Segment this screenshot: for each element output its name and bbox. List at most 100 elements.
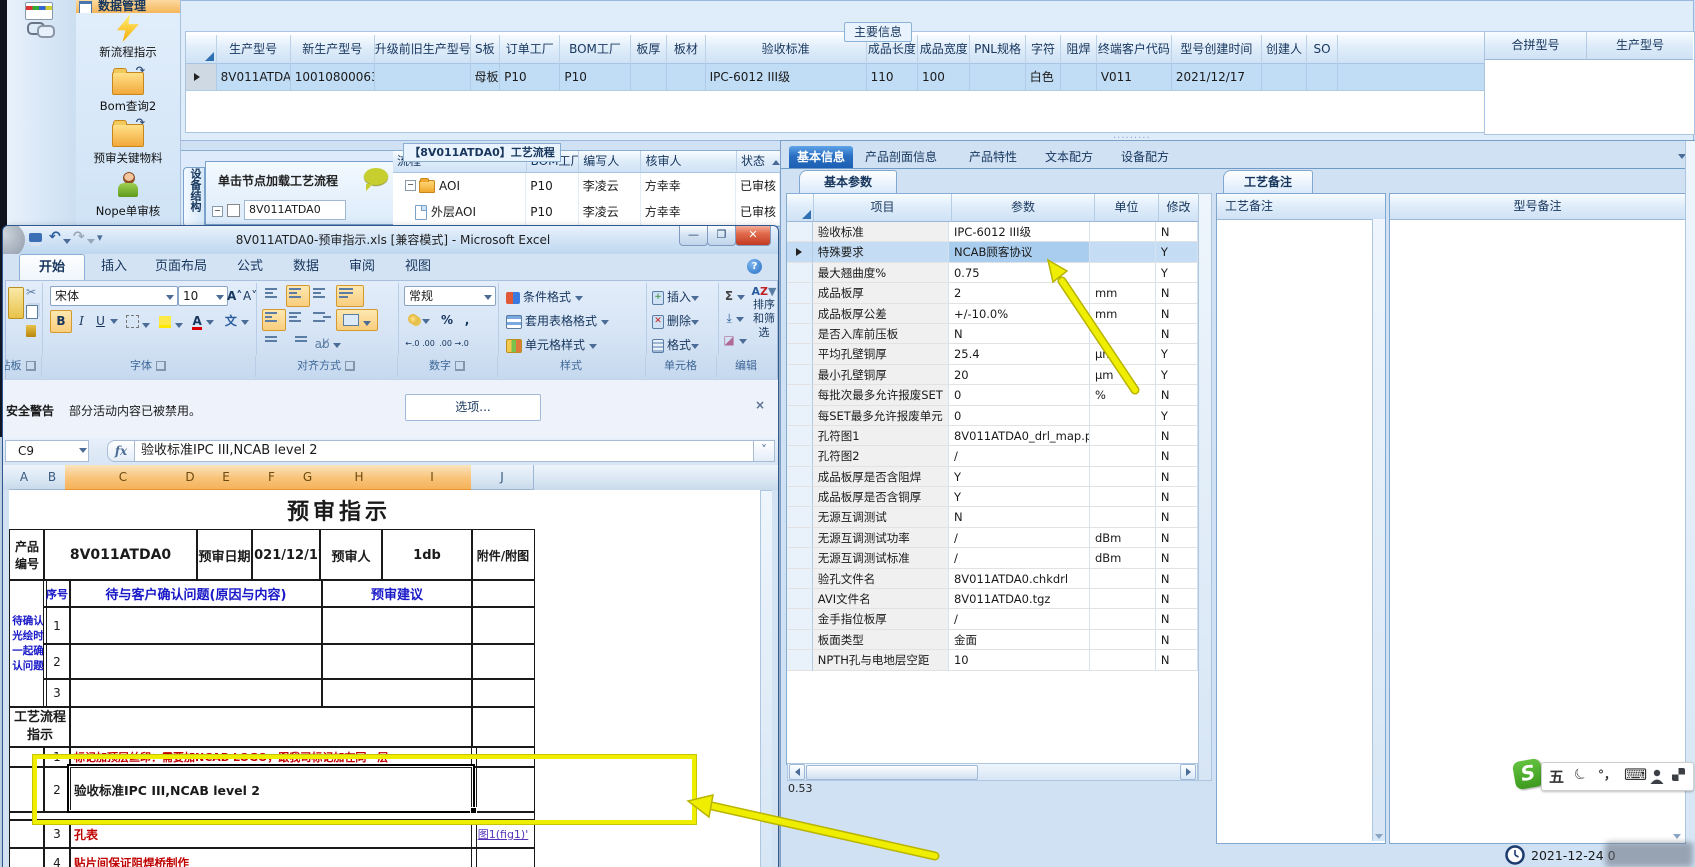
grid-icon[interactable] bbox=[25, 2, 53, 20]
align-left-button[interactable] bbox=[262, 309, 286, 331]
phonetic-button[interactable]: 文 bbox=[220, 310, 254, 333]
increase-indent-button[interactable] bbox=[286, 333, 310, 355]
column-header[interactable]: 订单工厂 bbox=[500, 35, 561, 64]
grow-font-button[interactable]: A˄ bbox=[226, 285, 243, 307]
moon-icon[interactable]: ☾ bbox=[1570, 763, 1591, 785]
confirm-a-cell[interactable] bbox=[471, 643, 535, 680]
process-row[interactable]: − AOI P10 李凌云 方幸幸 已审核 bbox=[393, 173, 780, 199]
maximize-button[interactable]: ❐ bbox=[707, 226, 736, 246]
excel-titlebar[interactable]: ↶ ↷ ▾ 8V011ATDA0-预审指示.xls [兼容模式] - Micro… bbox=[3, 226, 778, 254]
select-all-corner[interactable] bbox=[186, 35, 217, 64]
scroll-right-icon[interactable] bbox=[1180, 764, 1196, 780]
process-row[interactable]: 外层AOI P10 李凌云 方幸幸 已审核 bbox=[393, 199, 780, 225]
keyboard-icon[interactable]: ⌨ bbox=[1624, 765, 1647, 784]
sidebar-item-key-material[interactable]: 预审关键物料 bbox=[76, 116, 180, 170]
toolbox-icon[interactable] bbox=[1672, 768, 1685, 781]
column-header[interactable]: 新生产型号 bbox=[290, 35, 375, 64]
model-notes-column-header[interactable]: 型号备注 bbox=[1390, 194, 1685, 220]
ribbon-tab-insert[interactable]: 插入 bbox=[91, 254, 137, 280]
accounting-format-button[interactable] bbox=[404, 309, 434, 331]
column-header[interactable]: 板厚 bbox=[630, 35, 668, 64]
person-icon[interactable] bbox=[1650, 769, 1664, 784]
param-vscrollbar[interactable] bbox=[1198, 193, 1212, 781]
tab-profile-info[interactable]: 产品剖面信息 bbox=[857, 146, 945, 168]
param-row[interactable]: 孔符图2/ N bbox=[787, 446, 1198, 467]
sogou-logo-icon[interactable]: S bbox=[1511, 757, 1545, 791]
redo-icon[interactable]: ↷ bbox=[73, 229, 85, 245]
fx-icon[interactable]: fx bbox=[107, 440, 135, 462]
copy-icon[interactable] bbox=[26, 305, 38, 319]
col-F[interactable]: F bbox=[253, 465, 291, 491]
close-security-icon[interactable]: × bbox=[755, 398, 765, 412]
param-row[interactable]: 成品板厚公差 +/-10.0% mm N bbox=[787, 303, 1198, 324]
question-header[interactable]: 待与客户确认问题(原因与内容) bbox=[69, 579, 323, 608]
column-header[interactable]: BOM工厂 bbox=[560, 35, 631, 64]
font-color-button[interactable]: A bbox=[188, 310, 218, 333]
underline-button[interactable]: U bbox=[91, 310, 110, 333]
orientation-button[interactable]: ab̸ bbox=[312, 333, 344, 355]
param-row[interactable]: 每批次最多允许报废SET 0% N bbox=[787, 385, 1198, 406]
confirm-q-cell[interactable] bbox=[69, 643, 323, 680]
attach-header-empty[interactable] bbox=[471, 579, 535, 608]
notes-column-header[interactable]: 工艺备注 bbox=[1217, 194, 1385, 220]
suggestion-header[interactable]: 预审建议 bbox=[321, 579, 473, 608]
sidebar-item-bom-query[interactable]: Bom查询2 bbox=[76, 64, 180, 116]
column-header[interactable]: 创建人 bbox=[1261, 35, 1308, 64]
collapse-icon[interactable]: − bbox=[405, 180, 416, 191]
confirm-row-no[interactable]: 2 bbox=[43, 643, 71, 680]
column-header-merge-model[interactable]: 合拼型号 bbox=[1485, 32, 1587, 60]
save-icon[interactable] bbox=[29, 233, 42, 246]
review-date-value[interactable]: 2021/12/17 bbox=[251, 529, 321, 581]
column-header[interactable]: 成品宽度 bbox=[918, 35, 971, 64]
column-header[interactable]: S板 bbox=[470, 35, 501, 64]
sidebar-item-new-flow[interactable]: 新流程指示 bbox=[76, 14, 180, 64]
param-row[interactable]: NPTH孔与电地层空距 10 N bbox=[787, 650, 1198, 671]
col-A[interactable]: A bbox=[9, 465, 40, 490]
process-row-text[interactable]: 贴片间保证阻焊桥制作 bbox=[69, 847, 477, 867]
decrease-decimal-button[interactable]: .00 →.0 bbox=[438, 333, 470, 355]
column-header[interactable]: 字符 bbox=[1025, 35, 1062, 64]
column-header-value[interactable]: 参数 bbox=[952, 194, 1095, 222]
merge-center-button[interactable] bbox=[336, 309, 378, 331]
fill-button[interactable]: ⤓ bbox=[722, 307, 748, 327]
reviewer-value[interactable]: 1db bbox=[381, 529, 473, 581]
process-row-no[interactable]: 4 bbox=[43, 847, 71, 867]
tab-device-recipe[interactable]: 设备配方 bbox=[1113, 146, 1177, 168]
tab-basic-info[interactable]: 基本信息 bbox=[789, 146, 854, 168]
dialog-launcher-icon[interactable] bbox=[156, 361, 166, 371]
expander-icon[interactable]: − bbox=[212, 206, 223, 217]
office-orb[interactable] bbox=[3, 226, 25, 254]
column-header-prod-model[interactable]: 生产型号 bbox=[1587, 32, 1693, 60]
param-row[interactable]: 孔符图1 8V011ATDA0_drl_map.pdf N bbox=[787, 425, 1198, 447]
dialog-launcher-icon[interactable] bbox=[455, 361, 465, 371]
border-button[interactable] bbox=[122, 310, 154, 333]
column-header-writer[interactable]: 编写人 bbox=[579, 151, 642, 173]
align-right-button[interactable] bbox=[310, 309, 334, 331]
format-cells-button[interactable]: 格式 bbox=[652, 335, 714, 356]
comma-button[interactable]: , bbox=[458, 309, 476, 331]
dialog-launcher-icon[interactable] bbox=[25, 361, 36, 371]
cut-icon[interactable]: ✂ bbox=[26, 285, 36, 299]
help-icon[interactable]: ? bbox=[747, 259, 762, 274]
column-header[interactable]: PNL规格 bbox=[970, 35, 1026, 64]
scroll-thumb[interactable] bbox=[806, 765, 978, 780]
confirm-a-cell[interactable] bbox=[471, 678, 535, 708]
options-button[interactable]: 选项... bbox=[405, 394, 541, 421]
bold-button[interactable]: B bbox=[50, 310, 72, 333]
minimize-button[interactable]: — bbox=[679, 226, 708, 246]
ribbon-tab-view[interactable]: 视图 bbox=[393, 254, 443, 280]
column-header-item[interactable]: 项目 bbox=[814, 194, 952, 222]
notes-vscrollbar[interactable] bbox=[1372, 219, 1385, 841]
column-header-auditor[interactable]: 核审人 bbox=[641, 151, 737, 173]
column-header[interactable]: 板材 bbox=[667, 35, 706, 64]
column-header[interactable]: 升级前旧生产型号 bbox=[374, 35, 471, 64]
confirm-s-cell[interactable] bbox=[321, 606, 473, 645]
shrink-font-button[interactable]: A˅ bbox=[242, 285, 257, 307]
column-header[interactable]: 终端客户代码 bbox=[1096, 35, 1172, 64]
param-hscrollbar[interactable] bbox=[787, 763, 1198, 781]
ribbon-tab-pagelayout[interactable]: 页面布局 bbox=[143, 254, 219, 280]
align-top-button[interactable] bbox=[262, 285, 286, 307]
param-row[interactable]: 最小孔壁铜厚 20 μm Y bbox=[787, 364, 1198, 386]
punctuation-icon[interactable]: °， bbox=[1598, 766, 1616, 783]
cell-styles-button[interactable]: 单元格样式 bbox=[506, 335, 642, 356]
